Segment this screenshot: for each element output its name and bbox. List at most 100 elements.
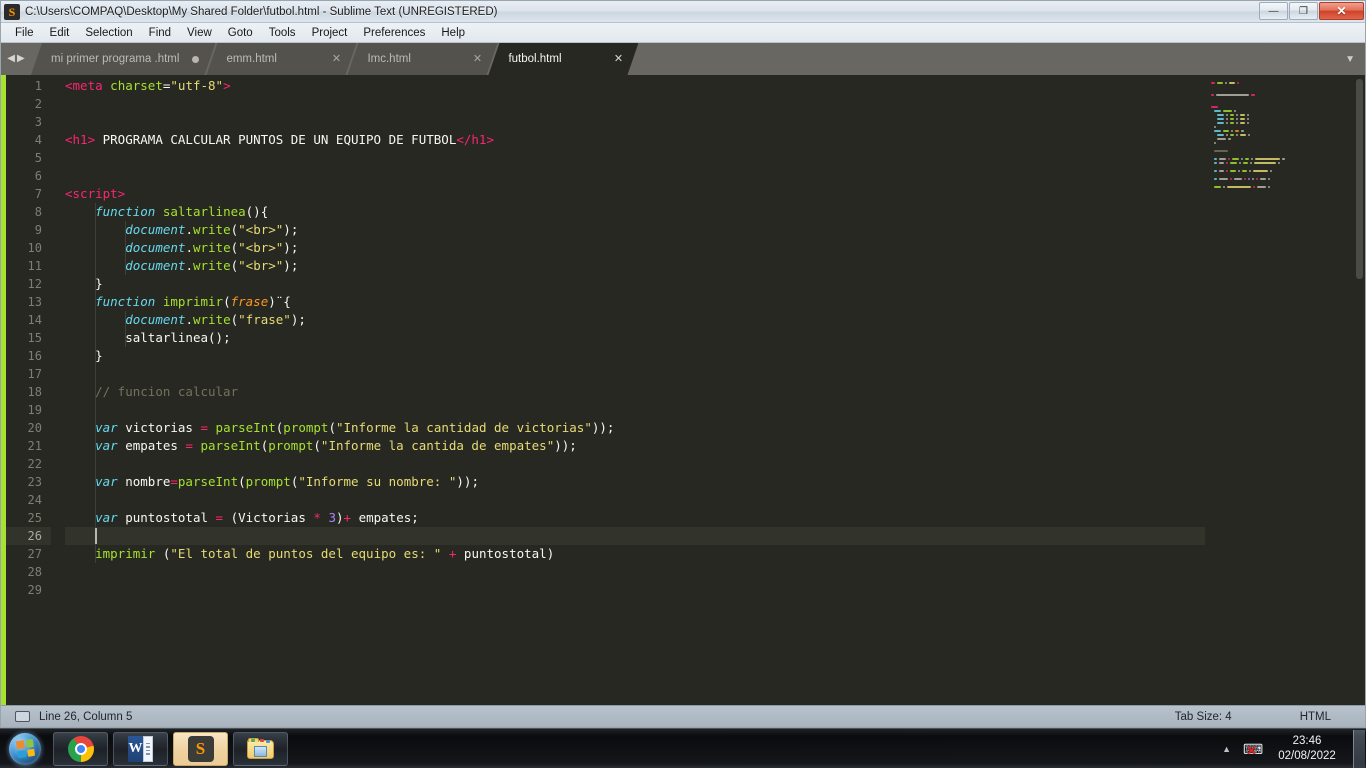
tab-size-label[interactable]: Tab Size: 4: [1141, 711, 1266, 723]
show-desktop-button[interactable]: [1353, 729, 1365, 768]
minimap-token: [1249, 161, 1252, 164]
console-toggle-icon[interactable]: [15, 711, 30, 722]
taskbar-button-chrome[interactable]: [53, 731, 108, 766]
minimap-token: [1247, 133, 1250, 136]
code-line[interactable]: imprimir ("El total de puntos del equipo…: [65, 545, 1205, 563]
minimap-token: [1269, 169, 1273, 172]
minimap-token: [1226, 161, 1229, 164]
code-line[interactable]: var empates = parseInt(prompt("Informe l…: [65, 437, 1205, 455]
minimap-token: [1259, 177, 1266, 180]
code-line[interactable]: var puntostotal = (Victorias * 3)+ empat…: [65, 509, 1205, 527]
code-token: var: [95, 510, 118, 525]
code-line[interactable]: [65, 113, 1205, 131]
menu-help[interactable]: Help: [433, 25, 473, 41]
show-hidden-icons-chevron-up-icon[interactable]: ▲: [1212, 744, 1241, 754]
code-line[interactable]: document.write("frase");: [65, 311, 1205, 329]
minimap-token: [1236, 121, 1239, 124]
taskbar-button-explorer[interactable]: [233, 731, 288, 766]
code-line[interactable]: <script>: [65, 185, 1205, 203]
code-line[interactable]: function saltarlinea(){: [65, 203, 1205, 221]
line-number: 5: [34, 151, 42, 165]
code-line[interactable]: var nombre=parseInt(prompt("Informe su n…: [65, 473, 1205, 491]
syntax-label[interactable]: HTML: [1266, 711, 1365, 723]
menu-goto[interactable]: Goto: [220, 25, 261, 41]
code-line[interactable]: document.write("<br>");: [65, 257, 1205, 275]
minimap-line: [1211, 189, 1357, 192]
code-token: }: [95, 276, 103, 291]
code-line[interactable]: [65, 563, 1205, 581]
tab-overflow-chevron-down-icon[interactable]: ▼: [1345, 43, 1355, 75]
menu-file[interactable]: File: [7, 25, 42, 41]
minimap-token: [1218, 161, 1225, 164]
code-line[interactable]: document.write("<br>");: [65, 221, 1205, 239]
code-line[interactable]: function imprimir(frase)¨{: [65, 293, 1205, 311]
menu-selection[interactable]: Selection: [77, 25, 140, 41]
code-token: );: [283, 240, 299, 255]
code-token: imprimir: [95, 546, 156, 561]
code-line[interactable]: [65, 365, 1205, 383]
line-number: 12: [27, 277, 42, 291]
tab-close-icon[interactable]: ✕: [612, 54, 624, 65]
code-token: .: [185, 258, 193, 273]
tab-close-icon[interactable]: ✕: [471, 54, 483, 65]
menu-tools[interactable]: Tools: [261, 25, 304, 41]
tab-emm-html[interactable]: emm.html ✕: [206, 43, 356, 75]
minimap-token: [1214, 129, 1221, 132]
code-line[interactable]: <meta charset="utf-8">: [65, 77, 1205, 95]
code-line[interactable]: }: [65, 347, 1205, 365]
tab-next-icon[interactable]: ▶: [17, 54, 25, 64]
minimap-scrollbar[interactable]: [1356, 79, 1363, 279]
tab-mi-primer-programa-html[interactable]: mi primer programa .html: [31, 43, 215, 75]
minimap-token: [1214, 125, 1217, 128]
start-button[interactable]: [2, 730, 48, 768]
code-token: <h1>: [65, 132, 96, 147]
menu-preferences[interactable]: Preferences: [355, 25, 433, 41]
tab-unsaved-dot-icon[interactable]: [189, 56, 201, 63]
code-line[interactable]: var victorias = parseInt(prompt("Informe…: [65, 419, 1205, 437]
menu-view[interactable]: View: [179, 25, 220, 41]
code-token: prompt: [245, 474, 291, 489]
code-token: =: [200, 420, 209, 435]
menu-edit[interactable]: Edit: [42, 25, 78, 41]
menu-project[interactable]: Project: [304, 25, 356, 41]
code-line[interactable]: saltarlinea();: [65, 329, 1205, 347]
code-line[interactable]: [65, 95, 1205, 113]
minimap-token: [1242, 161, 1248, 164]
code-token: >: [223, 78, 231, 93]
code-line[interactable]: document.write("<br>");: [65, 239, 1205, 257]
code-line[interactable]: [65, 455, 1205, 473]
minimap[interactable]: [1205, 75, 1365, 705]
network-disconnected-icon[interactable]: ⌨ ✕: [1241, 739, 1263, 759]
minimize-button[interactable]: —: [1259, 2, 1288, 20]
code-line[interactable]: [65, 527, 1205, 545]
sublime-text-window: S C:\Users\COMPAQ\Desktop\My Shared Fold…: [0, 0, 1366, 728]
minimap-token: [1236, 133, 1239, 136]
code-line[interactable]: [65, 581, 1205, 599]
code-line[interactable]: [65, 149, 1205, 167]
clock[interactable]: 23:46 02/08/2022: [1269, 734, 1351, 764]
close-button[interactable]: ✕: [1319, 2, 1364, 20]
code-line[interactable]: }: [65, 275, 1205, 293]
code-line[interactable]: <h1> PROGRAMA CALCULAR PUNTOS DE UN EQUI…: [65, 131, 1205, 149]
minimap-line: [1211, 117, 1357, 120]
tab-prev-icon[interactable]: ◀: [7, 54, 15, 64]
code-token: document: [125, 240, 186, 255]
tab-close-icon[interactable]: ✕: [330, 54, 342, 65]
code-editor[interactable]: <meta charset="utf-8"> <h1> PROGRAMA CAL…: [51, 75, 1205, 705]
tab-futbol-html[interactable]: futbol.html ✕: [488, 43, 638, 75]
code-token: puntostotal: [117, 510, 216, 525]
tab-imc-html[interactable]: Imc.html ✕: [347, 43, 497, 75]
code-line[interactable]: [65, 167, 1205, 185]
restore-button[interactable]: ❐: [1289, 2, 1318, 20]
minimap-line: [1211, 153, 1357, 156]
minimap-line: [1211, 169, 1357, 172]
menu-find[interactable]: Find: [141, 25, 179, 41]
code-line[interactable]: [65, 401, 1205, 419]
code-line[interactable]: // funcion calcular: [65, 383, 1205, 401]
taskbar-button-sublime[interactable]: S: [173, 731, 228, 766]
code-line[interactable]: [65, 491, 1205, 509]
code-token: (: [223, 294, 231, 309]
taskbar-button-word[interactable]: W: [113, 731, 168, 766]
